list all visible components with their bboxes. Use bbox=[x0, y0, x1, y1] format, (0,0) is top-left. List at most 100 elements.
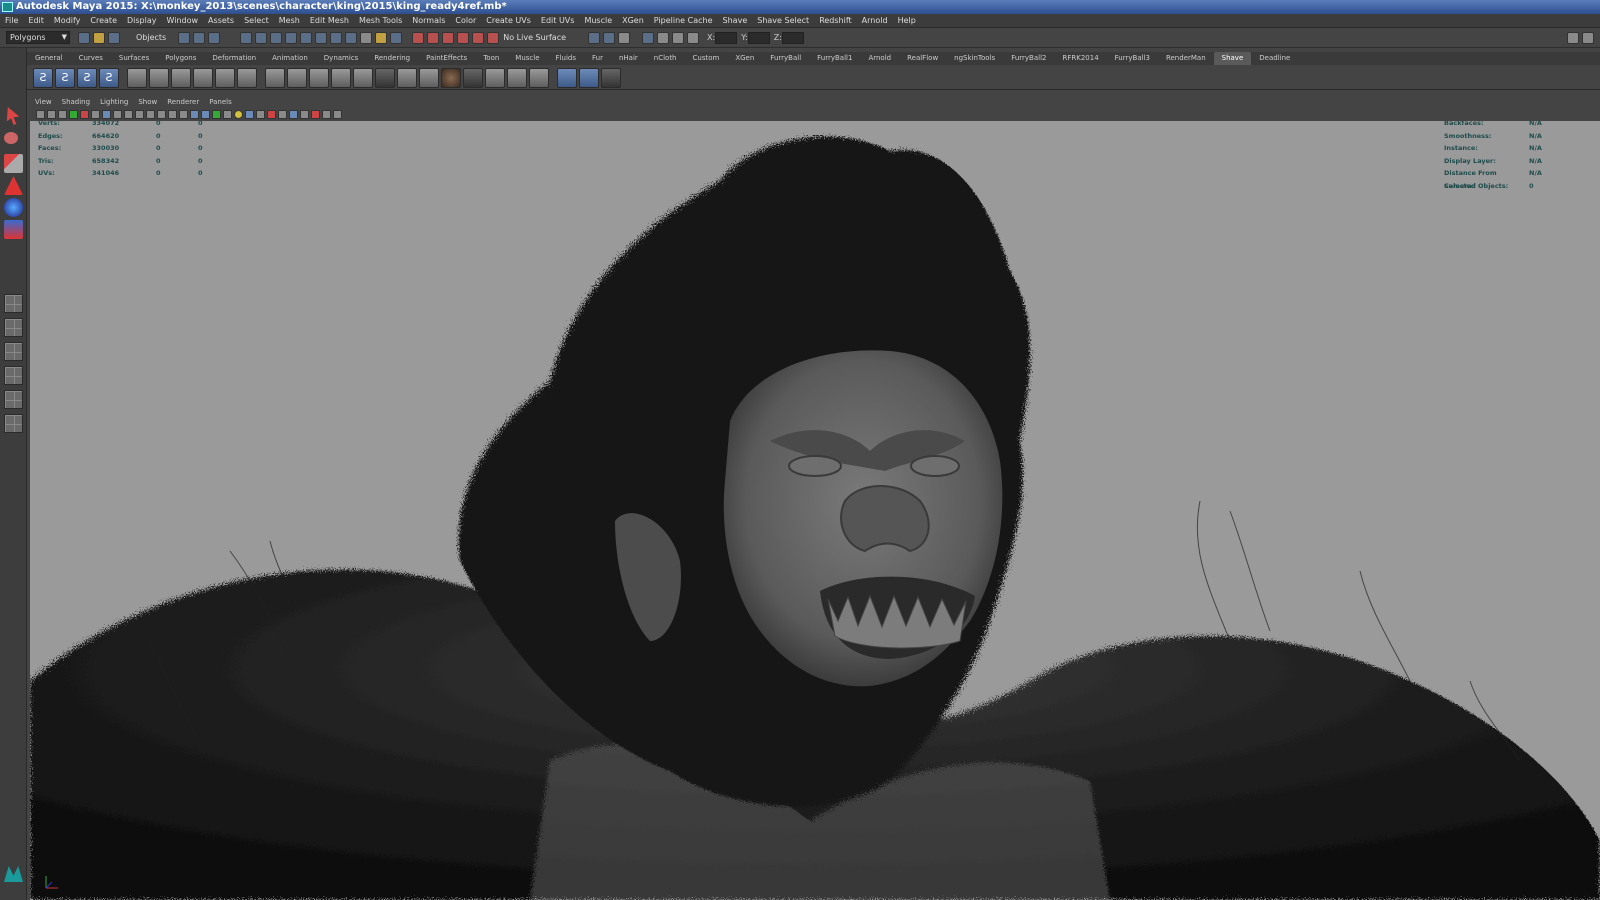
menu-muscle[interactable]: Muscle bbox=[579, 14, 617, 28]
panel-menu-view[interactable]: View bbox=[30, 96, 57, 108]
motion-blur-icon[interactable] bbox=[267, 109, 276, 119]
shave-comb-icon[interactable] bbox=[149, 67, 169, 88]
menu-redshift[interactable]: Redshift bbox=[814, 14, 856, 28]
render-current-frame-icon[interactable] bbox=[618, 31, 631, 44]
shelf-tab-furryball1[interactable]: FurryBall1 bbox=[809, 52, 860, 65]
textured-icon[interactable] bbox=[212, 109, 221, 119]
mask-handles-icon[interactable] bbox=[240, 31, 253, 44]
shelf-tab-furryball[interactable]: FurryBall bbox=[762, 52, 809, 65]
panel-menu-shading[interactable]: Shading bbox=[57, 96, 95, 108]
shave-settings-gear-icon[interactable] bbox=[601, 67, 621, 88]
shave-style-icon[interactable] bbox=[193, 67, 213, 88]
shave-clump-icon[interactable] bbox=[331, 67, 351, 88]
snap-grid-icon[interactable] bbox=[412, 31, 425, 44]
render-view-icon[interactable] bbox=[603, 31, 616, 44]
shelf-tab-dynamics[interactable]: Dynamics bbox=[316, 52, 367, 65]
mask-rendering-icon[interactable] bbox=[330, 31, 343, 44]
gate-mask-icon[interactable] bbox=[135, 109, 144, 119]
shave-pencil-icon[interactable] bbox=[375, 67, 395, 88]
backface-culling-icon[interactable] bbox=[333, 109, 342, 119]
menu-shave-select[interactable]: Shave Select bbox=[752, 14, 814, 28]
live-surface-icon[interactable] bbox=[487, 31, 500, 44]
shelf-tab-realflow[interactable]: RealFlow bbox=[899, 52, 946, 65]
menu-edit[interactable]: Edit bbox=[23, 14, 49, 28]
shave-unlock-icon[interactable] bbox=[507, 67, 527, 88]
select-component-icon[interactable] bbox=[208, 31, 221, 44]
safe-title-icon[interactable] bbox=[168, 109, 177, 119]
shave-scale-icon[interactable] bbox=[237, 67, 257, 88]
construction-history-icon[interactable] bbox=[588, 31, 601, 44]
menu-mesh-tools[interactable]: Mesh Tools bbox=[354, 14, 407, 28]
safe-action-icon[interactable] bbox=[157, 109, 166, 119]
lock-selection-icon[interactable] bbox=[375, 31, 388, 44]
grid-toggle-icon[interactable] bbox=[102, 109, 111, 119]
shelf-tab-rendering[interactable]: Rendering bbox=[366, 52, 418, 65]
menu-arnold[interactable]: Arnold bbox=[857, 14, 893, 28]
menu-modify[interactable]: Modify bbox=[49, 14, 86, 28]
select-object-icon[interactable] bbox=[193, 31, 206, 44]
shave-density-icon[interactable] bbox=[309, 67, 329, 88]
persp-outliner-layout-icon[interactable] bbox=[4, 342, 23, 361]
shave-strands-icon[interactable] bbox=[579, 67, 599, 88]
shelf-tab-muscle[interactable]: Muscle bbox=[507, 52, 547, 65]
shave-frizz-icon[interactable] bbox=[353, 67, 373, 88]
highlight-selection-icon[interactable] bbox=[390, 31, 403, 44]
shave-curl-icon[interactable] bbox=[419, 67, 439, 88]
shelf-tab-toon[interactable]: Toon bbox=[475, 52, 507, 65]
shelf-tab-custom[interactable]: Custom bbox=[685, 52, 728, 65]
grease-pencil-icon[interactable] bbox=[91, 109, 100, 119]
two-d-pan-zoom-icon[interactable] bbox=[80, 109, 89, 119]
shave-download-icon[interactable] bbox=[397, 67, 417, 88]
rotate-tool-icon[interactable] bbox=[4, 198, 23, 217]
mask-curves-icon[interactable] bbox=[270, 31, 283, 44]
z-field[interactable] bbox=[781, 31, 804, 44]
xray-joints-icon[interactable] bbox=[322, 109, 331, 119]
shelf-tab-rfrk2014[interactable]: RFRK2014 bbox=[1054, 52, 1106, 65]
shelf-tab-deadline[interactable]: Deadline bbox=[1251, 52, 1298, 65]
mask-dynamics-icon[interactable] bbox=[315, 31, 328, 44]
resolution-gate-icon[interactable] bbox=[124, 109, 133, 119]
shave-create-hair-icon[interactable]: Ƨ bbox=[33, 67, 53, 88]
shelf-tab-shave[interactable]: Shave bbox=[1213, 52, 1252, 65]
input-line-icon[interactable] bbox=[687, 31, 700, 44]
panel-menu-lighting[interactable]: Lighting bbox=[95, 96, 133, 108]
move-tool-icon[interactable] bbox=[4, 176, 23, 195]
shave-clapper-icon[interactable] bbox=[463, 67, 483, 88]
menu-create[interactable]: Create bbox=[85, 14, 122, 28]
xray-icon[interactable] bbox=[311, 109, 320, 119]
persp-hypergraph-layout-icon[interactable] bbox=[4, 390, 23, 409]
shave-attract-icon[interactable] bbox=[215, 67, 235, 88]
render-settings-icon[interactable] bbox=[657, 31, 670, 44]
shelf-tab-animation[interactable]: Animation bbox=[264, 52, 316, 65]
open-scene-icon[interactable] bbox=[93, 31, 105, 44]
shelf-tab-nhair[interactable]: nHair bbox=[611, 52, 646, 65]
shave-create-eyebrow-icon[interactable]: Ƨ bbox=[99, 67, 119, 88]
select-tool-icon[interactable] bbox=[6, 106, 20, 125]
persp-graph-layout-icon[interactable] bbox=[4, 366, 23, 385]
shelf-tab-curves[interactable]: Curves bbox=[71, 52, 111, 65]
shelf-tab-painteffects[interactable]: PaintEffects bbox=[418, 52, 475, 65]
select-camera-icon[interactable] bbox=[36, 109, 45, 119]
shelf-tab-surfaces[interactable]: Surfaces bbox=[111, 52, 157, 65]
four-view-layout-icon[interactable] bbox=[4, 318, 23, 337]
bookmarks-icon[interactable] bbox=[58, 109, 67, 119]
isolate-select-icon[interactable] bbox=[300, 109, 309, 119]
shave-create-beard-icon[interactable]: Ƨ bbox=[77, 67, 97, 88]
wireframe-icon[interactable] bbox=[179, 109, 188, 119]
shelf-tab-arnold[interactable]: Arnold bbox=[860, 52, 899, 65]
shave-undo-icon[interactable] bbox=[529, 67, 549, 88]
shave-lock-icon[interactable] bbox=[485, 67, 505, 88]
shelf-tab-ncloth[interactable]: nCloth bbox=[646, 52, 685, 65]
menu-file[interactable]: File bbox=[0, 14, 23, 28]
depth-of-field-icon[interactable] bbox=[289, 109, 298, 119]
shelf-tab-general[interactable]: General bbox=[27, 52, 71, 65]
menu-assets[interactable]: Assets bbox=[203, 14, 239, 28]
menu-edit-mesh[interactable]: Edit Mesh bbox=[305, 14, 354, 28]
shelf-tab-furryball2[interactable]: FurryBall2 bbox=[1003, 52, 1054, 65]
x-field[interactable] bbox=[715, 31, 738, 44]
image-plane-icon[interactable] bbox=[69, 109, 78, 119]
single-perspective-layout-icon[interactable] bbox=[4, 294, 23, 313]
menu-normals[interactable]: Normals bbox=[407, 14, 450, 28]
attribute-editor-toggle-icon[interactable] bbox=[1567, 31, 1579, 44]
smooth-shade-icon[interactable] bbox=[190, 109, 199, 119]
